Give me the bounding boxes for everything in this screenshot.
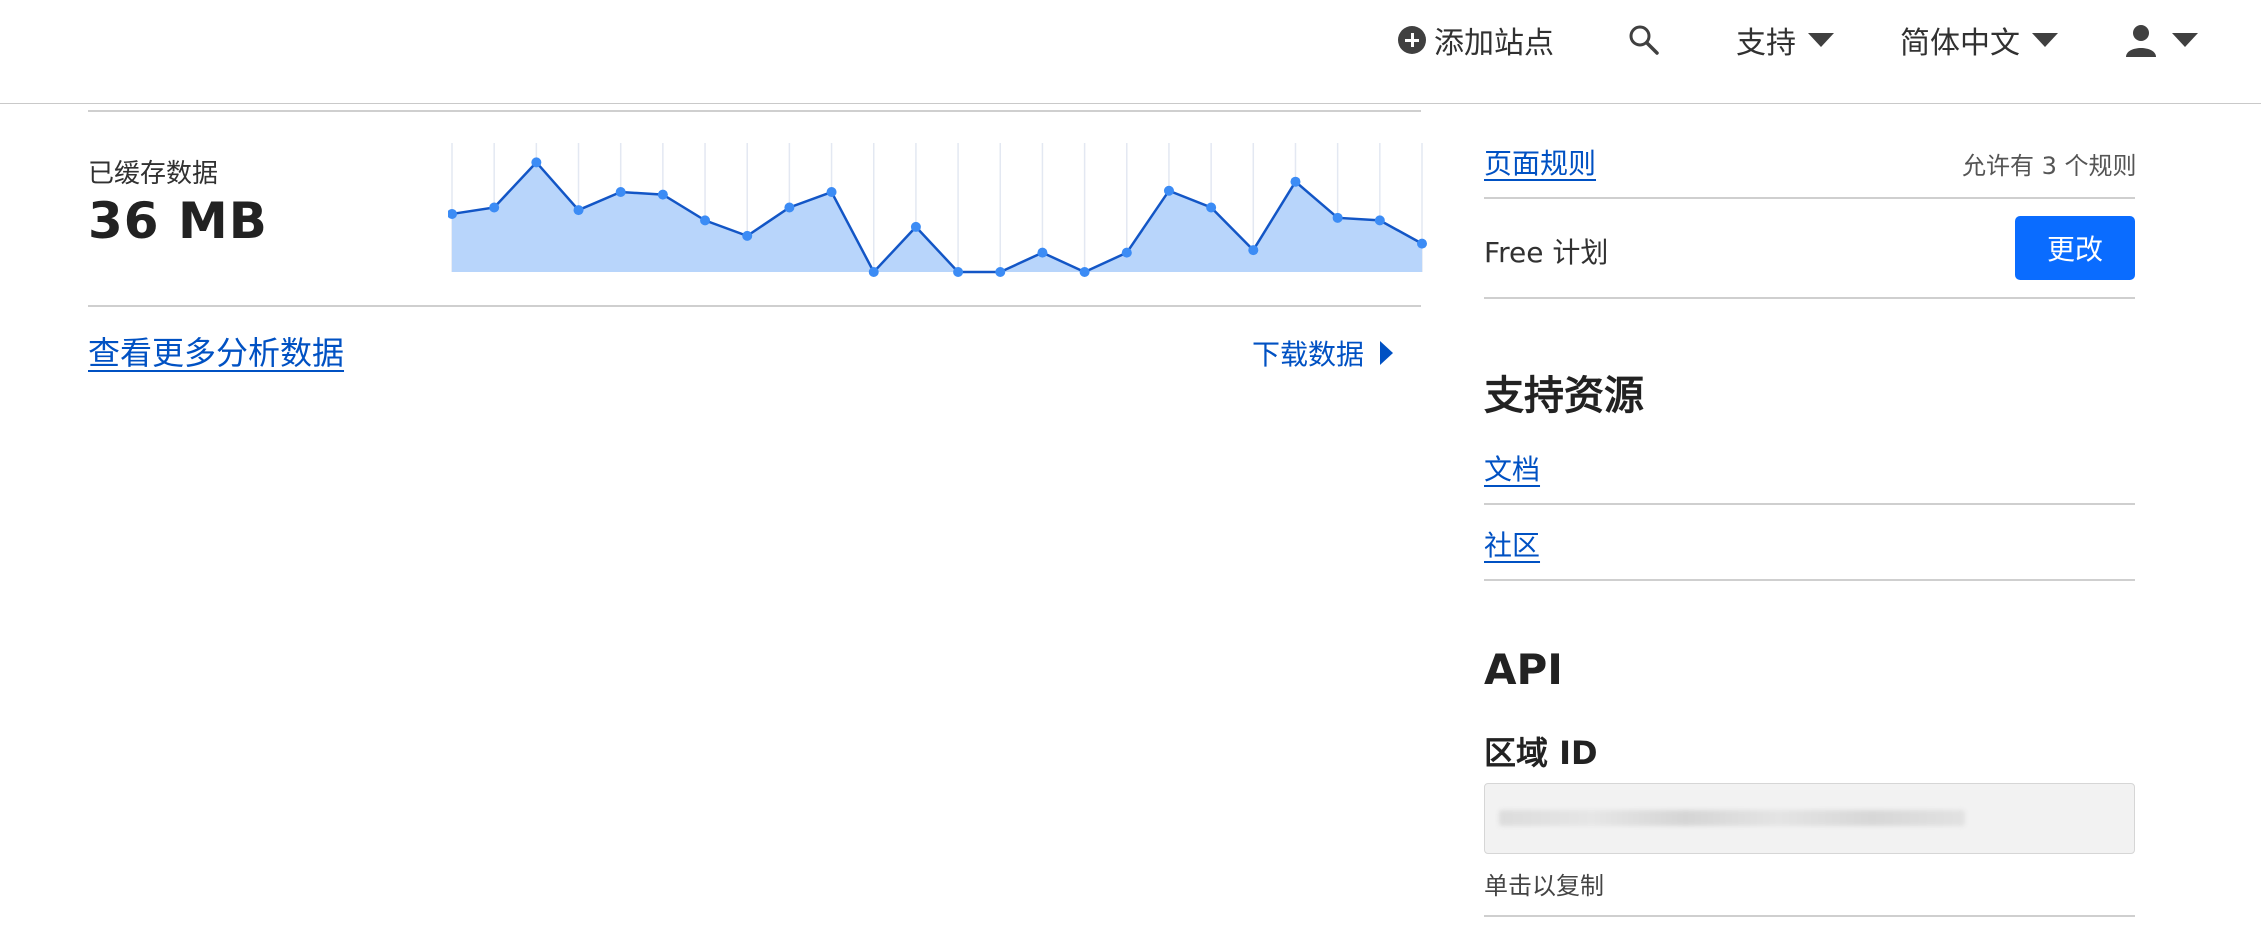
language-menu[interactable]: 简体中文 — [1900, 0, 2058, 80]
download-data-label: 下载数据 — [1252, 338, 1365, 371]
chart-point — [868, 267, 879, 277]
divider — [1484, 297, 2135, 299]
plus-circle-icon — [1398, 26, 1426, 54]
chart-point — [700, 215, 711, 226]
divider — [88, 305, 1421, 307]
chart-point — [953, 267, 964, 277]
support-resources-heading: 支持资源 — [1484, 373, 1644, 419]
chart-point — [1163, 185, 1174, 196]
chevron-down-icon — [1808, 33, 1834, 47]
support-menu[interactable]: 支持 — [1736, 0, 1834, 80]
chart-point — [573, 205, 584, 216]
chevron-right-icon — [1380, 341, 1394, 365]
support-menu-label: 支持 — [1736, 26, 1796, 61]
chart-point — [657, 189, 668, 200]
api-heading: API — [1484, 645, 1563, 694]
chart-point — [995, 267, 1006, 277]
zone-id-value-redacted — [1499, 810, 1965, 826]
cached-data-sparkline — [448, 143, 1427, 277]
cached-data-value: 36 MB — [88, 192, 268, 250]
page-rules-quota: 允许有 3 个规则 — [1962, 152, 2137, 180]
plan-label: Free 计划 — [1484, 236, 1609, 269]
chart-point — [742, 230, 753, 241]
chart-point — [489, 202, 500, 213]
chart-point — [1121, 247, 1132, 258]
zone-id-copy-field[interactable] — [1484, 783, 2135, 854]
top-navigation-bar: 添加站点 支持 简体中文 — [0, 0, 2261, 104]
chart-point — [1374, 215, 1385, 226]
search-button[interactable] — [1626, 0, 1662, 80]
chart-point — [615, 187, 626, 198]
view-more-analytics-link[interactable]: 查看更多分析数据 — [88, 328, 344, 374]
chart-point — [1037, 247, 1048, 258]
cached-data-label: 已缓存数据 — [88, 159, 219, 189]
divider — [1484, 197, 2135, 199]
add-site-button[interactable]: 添加站点 — [1398, 0, 1554, 80]
community-link[interactable]: 社区 — [1484, 524, 1540, 564]
chart-point — [826, 187, 837, 198]
docs-link[interactable]: 文档 — [1484, 448, 1540, 488]
add-site-label: 添加站点 — [1434, 26, 1554, 61]
divider — [88, 110, 1421, 112]
chart-point — [531, 157, 542, 168]
page-rules-link[interactable]: 页面规则 — [1484, 142, 1596, 182]
chart-point — [1079, 267, 1090, 277]
user-avatar-icon — [2126, 25, 2156, 57]
download-data-link[interactable]: 下载数据 — [1252, 333, 1394, 373]
chart-point — [1417, 238, 1427, 249]
change-plan-button[interactable]: 更改 — [2015, 216, 2135, 280]
chevron-down-icon — [2032, 33, 2058, 47]
chevron-down-icon — [2172, 33, 2198, 47]
chart-point — [1332, 212, 1343, 223]
chart-point — [1248, 245, 1259, 256]
zone-id-label: 区域 ID — [1484, 734, 1598, 772]
chart-point — [1290, 176, 1301, 187]
divider — [1484, 915, 2135, 917]
chart-area — [452, 162, 1422, 272]
divider — [1484, 579, 2135, 581]
copy-hint: 单击以复制 — [1484, 872, 1604, 900]
chart-point — [784, 202, 795, 213]
user-menu[interactable] — [2124, 0, 2198, 80]
chart-point — [1206, 202, 1217, 213]
search-icon — [1629, 25, 1659, 55]
language-menu-label: 简体中文 — [1900, 26, 2020, 61]
chart-point — [910, 221, 921, 232]
divider — [1484, 503, 2135, 505]
